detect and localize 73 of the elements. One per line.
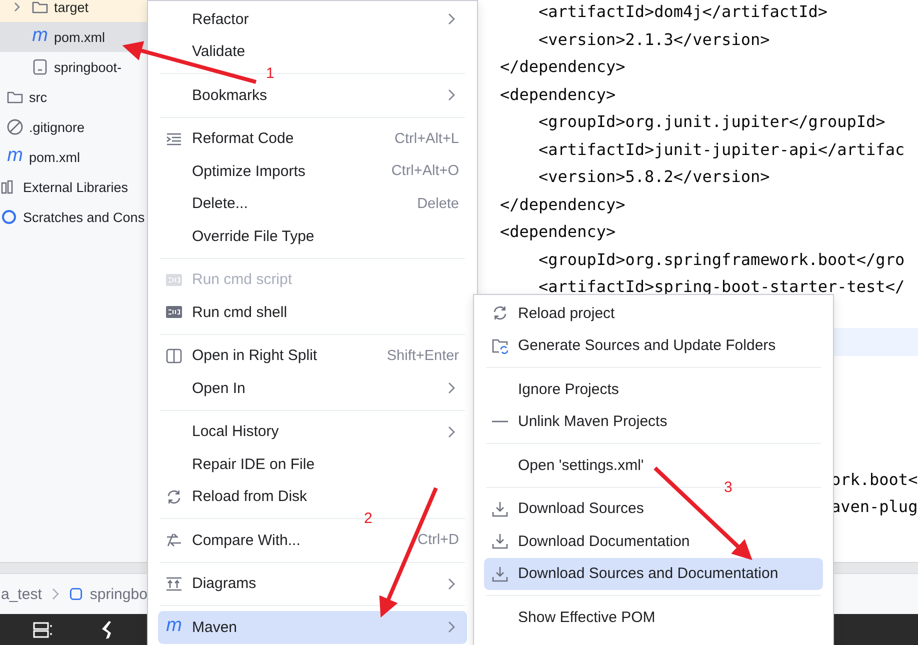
annotation-number: 3 [724, 482, 732, 493]
scratch-icon [0, 208, 18, 226]
code-line: aven-plug [831, 496, 918, 518]
shortcut-text: Ctrl+D [418, 532, 459, 548]
shortcut-text: Shift+Enter [386, 348, 459, 364]
code-line: <groupId>org.springframework.boot</gro [538, 248, 905, 270]
menu-item[interactable]: Validate [158, 36, 467, 68]
menu-item[interactable]: Local History [158, 416, 467, 448]
module-icon [68, 585, 84, 603]
maven-icon: m [6, 146, 24, 164]
dash-icon [492, 420, 508, 424]
menu-item[interactable]: Run cmd shell [158, 296, 467, 328]
menu-item[interactable]: Ignore Projects [484, 373, 823, 406]
menu-item[interactable]: Reformat Code Ctrl+Alt+L [158, 122, 467, 155]
tree-item[interactable]: m pom.xml [0, 142, 147, 172]
annotation-number: 2 [364, 513, 372, 524]
menu-item[interactable]: Download Sources [484, 492, 823, 525]
menu-item[interactable]: Compare With... Ctrl+D [158, 524, 467, 556]
folder-icon [31, 0, 49, 16]
menu-item[interactable]: Open 'settings.xml' [484, 449, 823, 482]
shortcut-text: Delete [417, 196, 459, 212]
reload-icon [165, 488, 183, 506]
menu-item[interactable]: Optimize Imports Ctrl+Alt+O [158, 155, 467, 188]
tree-item[interactable]: External Libraries [0, 172, 147, 202]
diagrams-icon [165, 574, 183, 593]
split-view-icon [165, 346, 183, 365]
menu-item[interactable]: Bookmarks [158, 79, 467, 112]
maven-icon: m [165, 616, 183, 635]
code-line: <groupId>org.junit.jupiter</groupId> [538, 111, 886, 133]
annotation-number: 1 [266, 68, 274, 79]
tree-item[interactable]: src [0, 82, 147, 112]
menu-item[interactable]: Delete... Delete [158, 188, 467, 220]
menu-item[interactable]: Reload project [484, 297, 823, 330]
code-line: <dependency> [500, 84, 616, 106]
menu-item[interactable]: Unlink Maven Projects [484, 406, 823, 438]
menu-item[interactable]: Show Effective POM [484, 601, 823, 634]
download-icon [491, 500, 509, 518]
code-line: <version>2.1.3</version> [538, 28, 770, 50]
code-line: <dependency> [500, 221, 616, 243]
code-line: </dependency> [500, 194, 626, 216]
shortcut-text: Ctrl+Alt+L [394, 130, 459, 147]
download-icon [491, 532, 509, 550]
code-line: <version>5.8.2</version> [538, 166, 770, 188]
menu-item[interactable]: Reload from Disk [158, 480, 467, 513]
tree-item[interactable]: springboot- [0, 52, 147, 82]
menu-item[interactable]: m Maven [158, 611, 467, 644]
code-line: </dependency> [500, 56, 626, 78]
ignore-icon [6, 118, 24, 136]
menu-item[interactable]: Download Sources and Documentation [484, 558, 823, 590]
maven-icon: m [31, 26, 49, 44]
folder-sync-icon [491, 336, 509, 355]
menu-item[interactable]: Repair IDE on File [158, 448, 467, 480]
tree-item[interactable]: Scratches and Cons [0, 202, 147, 232]
file-icon [31, 58, 49, 76]
tree-item[interactable]: .gitignore [0, 112, 147, 142]
menu-item[interactable]: Diagrams [158, 568, 467, 600]
menu-item[interactable]: Generate Sources and Update Folders [484, 330, 823, 362]
menu-item[interactable]: Refactor [158, 3, 467, 36]
download-icon [491, 564, 509, 583]
menu-item[interactable]: Override File Type [158, 220, 467, 252]
menu-item[interactable]: Download Documentation [484, 525, 823, 558]
code-line: <artifactId>dom4j</artifactId> [538, 1, 828, 23]
code-line: <artifactId>spring-boot-starter-test</ [538, 276, 905, 298]
tree-item[interactable]: m pom.xml [0, 22, 147, 52]
breadcrumb-item[interactable]: springbo [90, 586, 148, 602]
tree-item[interactable]: target [0, 0, 147, 22]
code-line: ork.boot< [831, 468, 918, 490]
reload-icon [491, 304, 509, 322]
menu-item[interactable]: Open in Right Split Shift+Enter [158, 340, 467, 372]
code-line: <artifactId>junit-jupiter-api</artifac [538, 138, 905, 160]
shortcut-text: Ctrl+Alt+O [391, 163, 459, 180]
menu-item[interactable]: Open In [158, 372, 467, 404]
breadcrumb-item[interactable]: a_test [1, 586, 42, 602]
